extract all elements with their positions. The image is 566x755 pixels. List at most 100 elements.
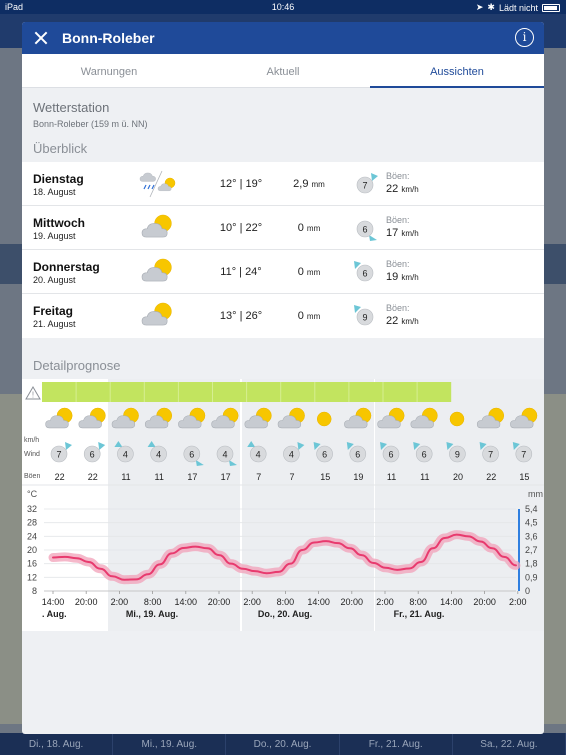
gust-value: 22 km/h [386,183,419,195]
overview-row[interactable]: Donnerstag 20. August 11° | 24° 0 mm 6 B… [22,250,544,294]
tab-aussichten[interactable]: Aussichten [370,54,544,88]
svg-text:!: ! [32,391,34,400]
tab-bar: Warnungen Aktuell Aussichten [22,54,544,88]
gust-value: 22 [486,472,496,482]
rain-tick-label: 0,9 [525,572,538,582]
status-bar: iPad 10:46 ➤ ✱ Lädt nicht [0,0,566,14]
rain-tick-label: 1,8 [525,559,538,569]
location-icon: ➤ [475,2,484,12]
gust-value: 15 [519,472,529,482]
temp-tick-label: 12 [27,572,37,582]
overview-row[interactable]: Dienstag 18. August 12° | 19° 2,9 mm 7 B… [22,162,544,206]
cloud-sun-icon [78,407,106,429]
rain-tick-label: 3,6 [525,531,538,541]
temp-axis-label: °C [27,489,38,499]
x-tick-label: 2:00 [243,597,261,607]
modal-title: Bonn-Roleber [62,30,155,46]
svg-text:4: 4 [289,450,294,460]
x-day-label: Do., 20. Aug. [258,609,312,619]
x-tick-label: 14:00 [42,597,65,607]
x-tick-label: 2:00 [376,597,394,607]
temp-tick-label: 24 [27,531,37,541]
day-precipitation: 0 mm [297,310,321,322]
overview-title: Überblick [33,141,88,156]
tab-warnungen[interactable]: Warnungen [22,54,196,87]
info-button[interactable]: i [515,28,534,47]
station-subtitle: Bonn-Roleber (159 m ü. NN) [33,119,148,129]
background-day-tab: Fr., 21. Aug. [340,733,453,755]
temp-tick-label: 28 [27,518,37,528]
day-precipitation: 0 mm [297,222,321,234]
overview-row[interactable]: Freitag 21. August 13° | 26° 0 mm 9 Böen… [22,294,544,338]
day-date: 18. August [33,187,76,197]
wind-badge: 7 [50,442,72,463]
svg-text:9: 9 [362,313,367,323]
wind-label: Wind [24,451,40,458]
detail-forecast[interactable]: ! km/h Wind Böen 7 6 4 4 6 4 4 4 6 6 6 6 9 … [22,379,544,631]
cloud-sun-icon [45,407,73,429]
day-name: Mittwoch [33,216,85,230]
day-name: Dienstag [33,172,84,186]
battery-label: Lädt nicht [498,2,538,13]
background-day-tab: Do., 20. Aug. [226,733,340,755]
day-date: 20. August [33,275,76,285]
day-temperature: 12° | 19° [219,178,263,190]
day-name: Donnerstag [33,260,100,274]
gust-value: 11 [121,472,130,482]
battery-icon [542,3,560,12]
svg-text:6: 6 [322,450,327,460]
day-precipitation: 2,9 mm [293,178,325,190]
x-tick-label: 14:00 [175,597,198,607]
station-info: Wetterstation Bonn-Roleber (159 m ü. NN) [22,88,544,129]
wind-unit-label: km/h [24,437,39,444]
close-button[interactable] [30,27,52,49]
background-day-tab: Di., 18. Aug. [0,733,114,755]
svg-text:4: 4 [256,450,261,460]
x-tick-label: 14:00 [440,597,463,607]
gust-value: 22 [88,472,98,482]
x-tick-label: 20:00 [75,597,98,607]
detail-chart[interactable]: !km/hWindBöen 7 6 4 4 6 4 4 4 6 6 6 6 9 … [22,379,544,631]
status-right: ➤ ✱ Lädt nicht [476,2,560,13]
detail-title: Detailprognose [33,358,121,373]
svg-text:6: 6 [90,450,95,460]
day-temperature: 10° | 22° [219,222,263,234]
svg-text:7: 7 [521,450,526,460]
warning-icon: ! [25,386,41,400]
gust-value: 22 [55,472,65,482]
x-tick-label: 8:00 [277,597,295,607]
sun-icon [316,411,332,427]
svg-text:4: 4 [123,450,128,460]
overview-list: Dienstag 18. August 12° | 19° 2,9 mm 7 B… [22,162,544,338]
gust-value: 17 [221,472,231,482]
overview-row[interactable]: Mittwoch 19. August 10° | 22° 0 mm 6 Böe… [22,206,544,250]
background-day-bar: Di., 18. Aug. Mi., 19. Aug. Do., 20. Aug… [0,733,566,755]
cloud-sun-icon [138,301,176,331]
cloud-sun-icon [138,213,176,243]
svg-text:6: 6 [362,225,367,235]
gust-value: 7 [256,472,261,482]
svg-text:6: 6 [355,450,360,460]
x-tick-label: 2:00 [509,597,527,607]
gust-value: 17 [187,472,197,482]
svg-text:6: 6 [189,450,194,460]
temp-tick-label: 16 [27,559,37,569]
svg-text:6: 6 [388,450,393,460]
bluetooth-icon: ✱ [487,2,495,12]
gust-value: 11 [387,472,396,482]
day-precipitation: 0 mm [297,266,321,278]
x-tick-label: 20:00 [208,597,231,607]
modal-header: Bonn-Roleber i [22,22,544,54]
gust-value: 15 [320,472,330,482]
temp-tick-label: 32 [27,504,37,514]
wind-speed-icon: 7 [356,173,378,194]
x-tick-label: 20:00 [473,597,496,607]
tab-aktuell[interactable]: Aktuell [196,54,370,87]
svg-text:9: 9 [455,450,460,460]
x-tick-label: 8:00 [409,597,427,607]
gust-label: Böen [24,473,40,480]
x-day-label: Fr., 21. Aug. [394,609,445,619]
gust-value: 22 km/h [386,315,419,327]
gust-label: Böen: [386,215,410,225]
svg-text:4: 4 [222,450,227,460]
